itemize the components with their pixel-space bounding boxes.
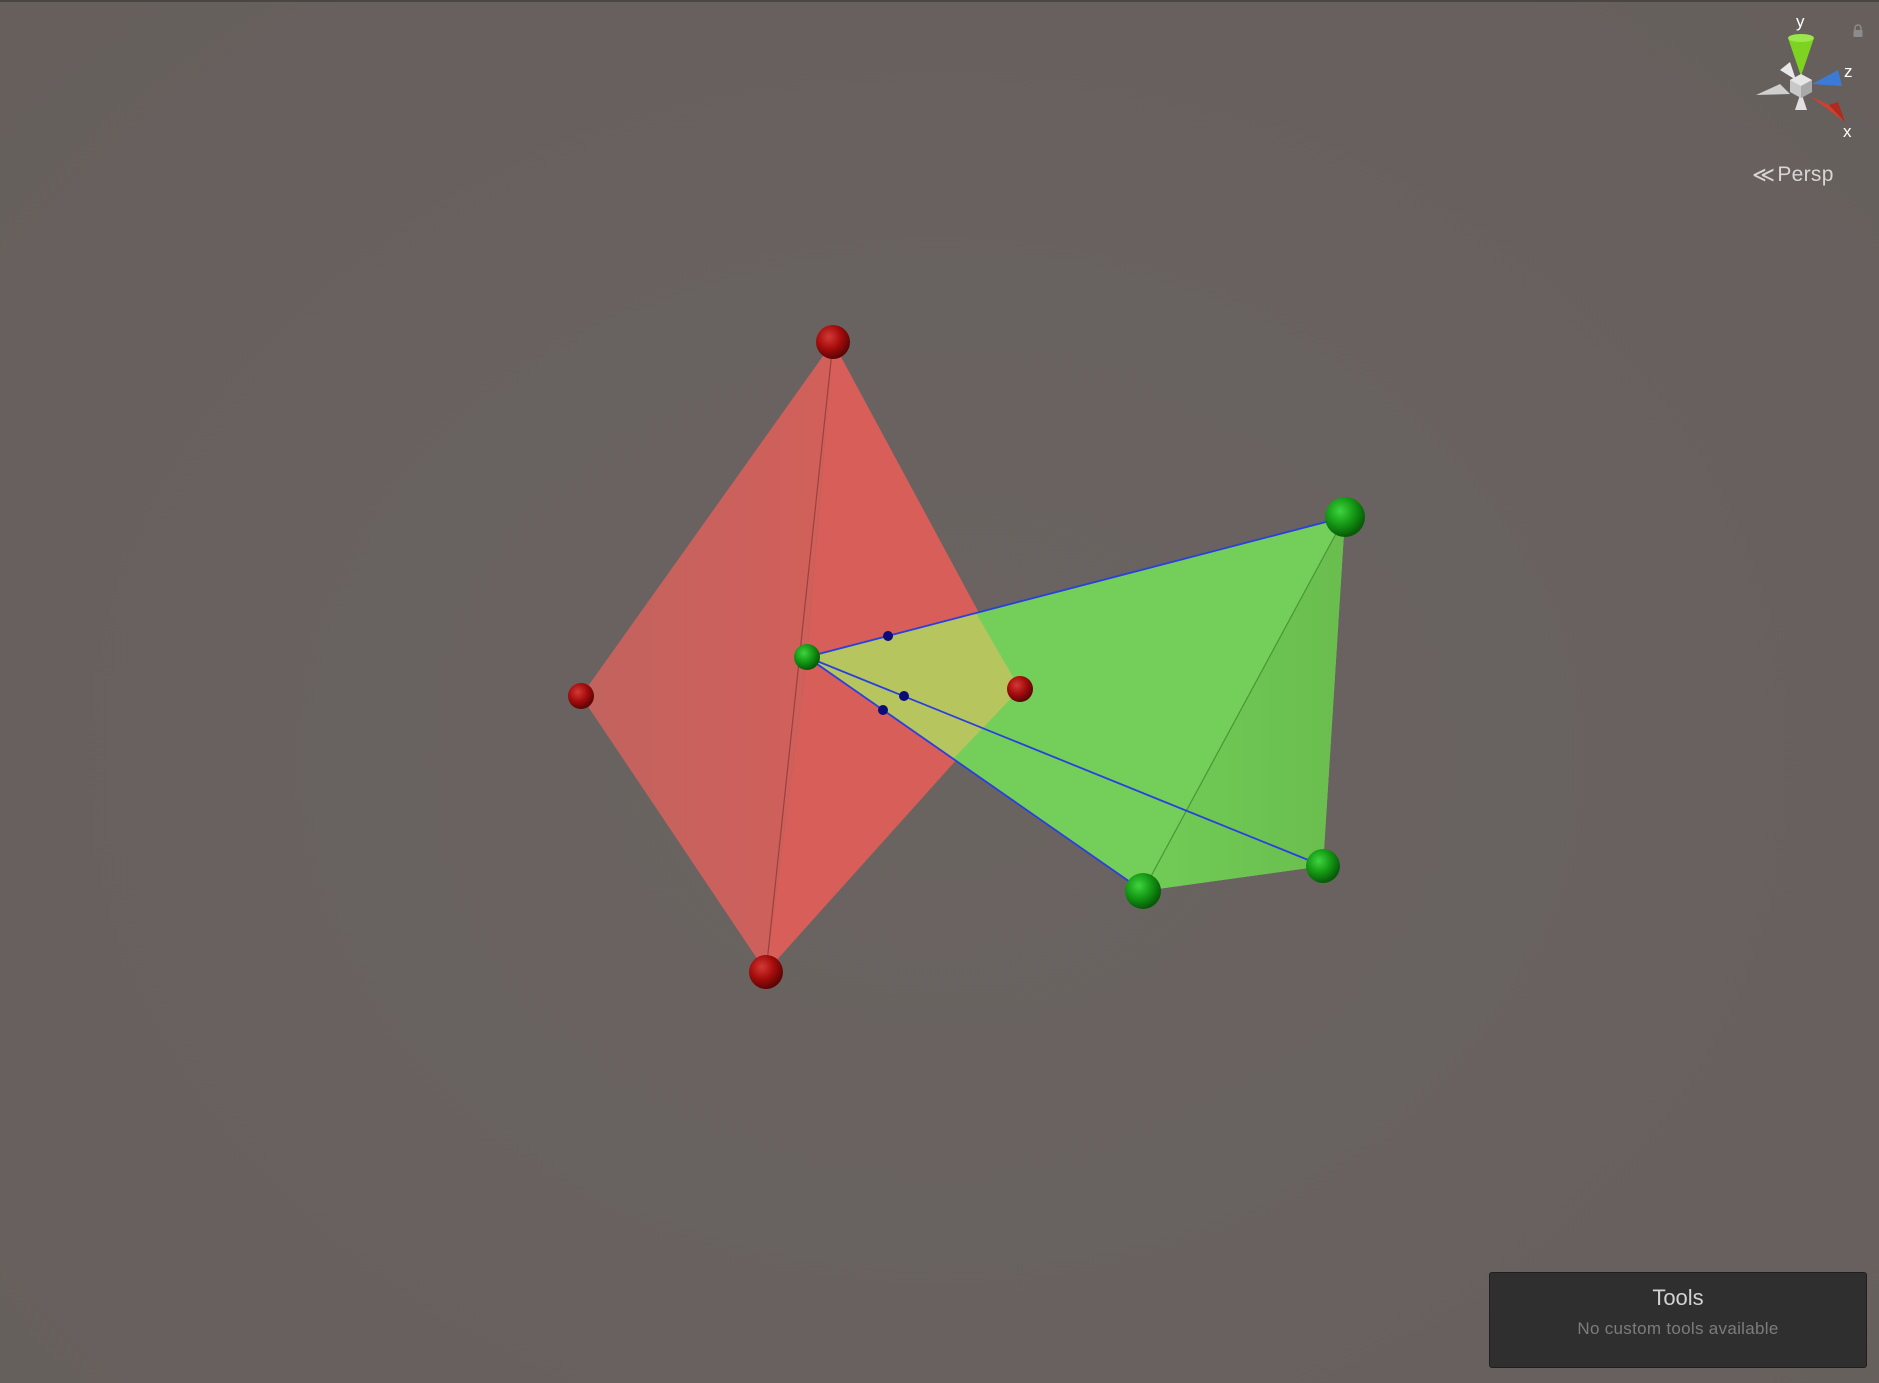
tools-title: Tools <box>1652 1285 1704 1310</box>
tools-subtitle: No custom tools available <box>1577 1319 1779 1338</box>
green-vertex-apex[interactable] <box>794 644 820 670</box>
scene-viewport[interactable]: y z x ≪ Persp Tools No custom tools avai… <box>0 0 1879 1383</box>
scene-geometry[interactable] <box>0 0 1879 1383</box>
lock-icon[interactable] <box>1852 24 1864 38</box>
tools-overlay[interactable]: Tools No custom tools available <box>1489 1272 1867 1368</box>
gizmo-x-cone-shade <box>1829 102 1845 122</box>
gizmo-z-cone[interactable] <box>1812 70 1842 86</box>
gizmo-z-label: z <box>1844 62 1853 81</box>
perspective-icon: ≪ <box>1752 162 1776 187</box>
gizmo-neg-x-cone[interactable] <box>1756 84 1790 95</box>
red-vertex-left[interactable] <box>568 683 594 709</box>
blue-handle-1[interactable] <box>883 631 893 641</box>
green-vertex-right[interactable] <box>1306 849 1340 883</box>
projection-toggle[interactable]: ≪ Persp <box>1752 163 1834 187</box>
gizmo-y-cone-base <box>1788 34 1814 42</box>
blue-handle-2[interactable] <box>899 691 909 701</box>
blue-handle-3[interactable] <box>878 705 888 715</box>
green-vertex-top[interactable] <box>1325 497 1365 537</box>
red-vertex-right[interactable] <box>1007 676 1033 702</box>
red-vertex-top[interactable] <box>816 325 850 359</box>
red-vertex-bottom[interactable] <box>749 955 783 989</box>
gizmo-neg-z-cone[interactable] <box>1780 62 1796 80</box>
green-vertex-bottom[interactable] <box>1125 873 1161 909</box>
gizmo-x-label: x <box>1843 122 1852 141</box>
gizmo-y-label: y <box>1796 12 1805 31</box>
orientation-gizmo[interactable]: y z x <box>1730 10 1870 150</box>
projection-label: Persp <box>1777 163 1834 186</box>
